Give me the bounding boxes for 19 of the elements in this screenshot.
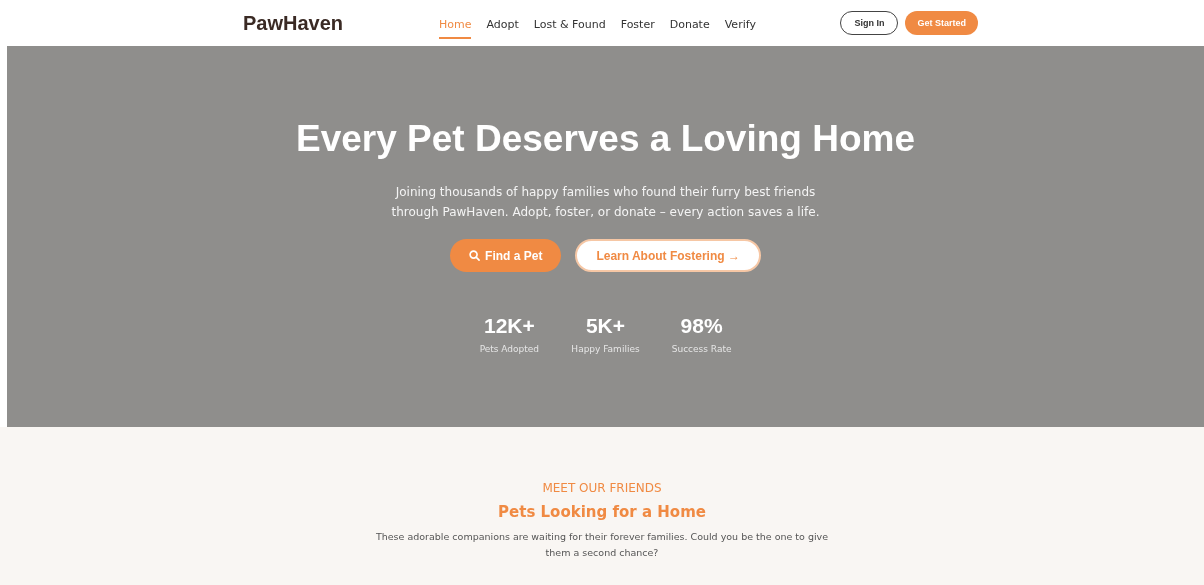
stat-label: Pets Adopted bbox=[479, 344, 540, 354]
nav-link[interactable]: Donate bbox=[669, 13, 710, 39]
stat-label: Happy Families bbox=[571, 344, 640, 354]
stat-value: 5K+ bbox=[585, 314, 626, 338]
section-eyebrow: MEET OUR FRIENDS bbox=[542, 481, 662, 495]
stat-label: Success Rate bbox=[671, 344, 732, 354]
nav-link[interactable]: Lost & Found bbox=[533, 13, 606, 39]
logo[interactable]: PawHaven bbox=[243, 11, 439, 35]
hero-subtitle: Joining thousands of happy families who found their furry best friends through PawHaven. Adopt, foster, or donate – every action saves a life. bbox=[390, 184, 821, 221]
section-description: These adorable companions are waiting for their forever families. Could you be the one to give them a second chance? bbox=[374, 530, 830, 560]
sign-in-button[interactable]: Sign In bbox=[840, 11, 899, 35]
section-title: Pets Looking for a Home bbox=[498, 503, 706, 521]
hero-title: Every Pet Deserves a Loving Home bbox=[296, 118, 915, 160]
search-icon bbox=[469, 250, 481, 261]
stat-value: 12K+ bbox=[483, 314, 535, 338]
stat-value: 98% bbox=[680, 314, 723, 338]
nav-link[interactable]: Verify bbox=[724, 13, 756, 39]
nav-link[interactable]: Adopt bbox=[486, 13, 519, 39]
nav-link[interactable]: Foster bbox=[620, 13, 655, 39]
